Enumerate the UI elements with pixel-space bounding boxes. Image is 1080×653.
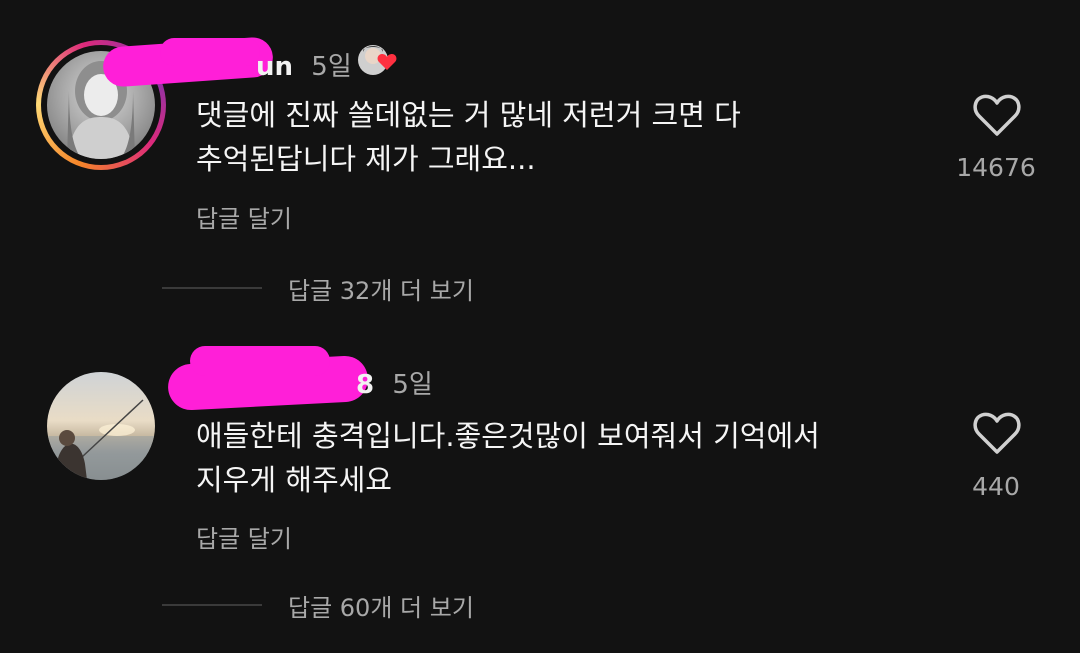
avatar-fishing-photo [47, 399, 155, 480]
username[interactable]: un [256, 52, 293, 82]
comment-item-2: 8 5일 애들한테 충격입니다.좋은것많이 보여줘서 기억에서 지우게 해주세요… [0, 330, 1080, 653]
timestamp: 5일 [311, 52, 352, 82]
divider-line [162, 287, 262, 289]
heart-outline-icon [973, 94, 1021, 136]
view-replies-button[interactable]: 답글 60개 더 보기 [162, 590, 474, 622]
like-count: 14676 [956, 153, 1036, 182]
like-button[interactable] [972, 410, 1022, 456]
comment-text: 댓글에 진짜 쓸데없는 거 많네 저런거 크면 다 추억된답니다 제가 그래요.… [196, 98, 741, 176]
avatar[interactable] [47, 372, 155, 480]
reply-button[interactable]: 답글 달기 [196, 199, 292, 234]
comment-text: 애들한테 충격입니다.좋은것많이 보여줘서 기억에서 지우게 해주세요 [196, 419, 820, 497]
view-replies-button[interactable]: 답글 32개 더 보기 [162, 273, 474, 305]
username[interactable]: 8 [356, 370, 374, 400]
comment-item-1: un 5일 댓글에 진짜 쓸데없는 거 많네 저런거 크면 다 추억된답니다 제… [0, 0, 1080, 320]
heart-outline-icon [973, 412, 1021, 454]
redacted-username-mark [190, 346, 330, 376]
comment-meta: 8 5일 [356, 364, 433, 401]
comment-meta: un 5일 [256, 46, 352, 83]
divider-line [162, 604, 262, 606]
timestamp: 5일 [392, 370, 433, 400]
view-replies-label: 답글 32개 더 보기 [288, 276, 474, 305]
view-replies-label: 답글 60개 더 보기 [288, 593, 474, 622]
like-count: 440 [972, 472, 1020, 501]
reply-button[interactable]: 답글 달기 [196, 519, 292, 554]
avatar-heart-badge-icon [357, 42, 401, 78]
redacted-username-mark [160, 38, 260, 66]
like-button[interactable] [972, 92, 1022, 138]
